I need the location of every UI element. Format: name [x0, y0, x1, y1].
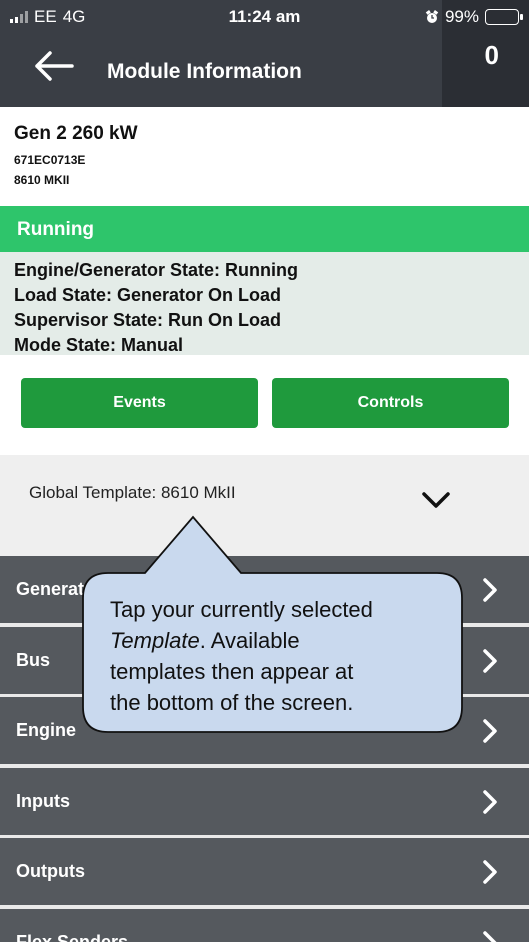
chevron-right-icon [483, 931, 497, 942]
callout-line-1: Tap your currently selected [110, 597, 373, 622]
battery-percent: 99% [444, 7, 479, 26]
module-model: 8610 MKII [14, 173, 70, 187]
callout-text: Tap your currently selected Template. Av… [110, 594, 450, 718]
menu-item-label: Bus [16, 649, 51, 670]
template-selector[interactable]: Global Template: 8610 MkII [0, 455, 529, 556]
battery-icon [485, 9, 523, 25]
callout-line-2: . Available [199, 628, 300, 653]
action-buttons: Events Controls [0, 355, 529, 455]
running-status-banner: Running [0, 206, 529, 252]
status-right: 99% [425, 7, 523, 27]
module-serial: 671EC0713E [14, 153, 86, 167]
menu-item-inputs[interactable]: Inputs [0, 767, 529, 835]
events-button[interactable]: Events [21, 378, 258, 428]
template-label: Global Template: 8610 MkII [29, 483, 236, 502]
callout-line-4: the bottom of the screen. [110, 690, 354, 715]
menu-item-flex-senders[interactable]: Flex Senders [0, 908, 529, 942]
module-name: Gen 2 260 kW [14, 123, 138, 144]
callout-line-3: templates then appear at [110, 659, 354, 684]
menu-item-label: Flex Senders [16, 931, 129, 942]
controls-button[interactable]: Controls [272, 378, 509, 428]
chevron-right-icon [483, 578, 497, 602]
module-info: Gen 2 260 kW 671EC0713E 8610 MKII [0, 107, 529, 206]
chevron-down-icon[interactable] [421, 491, 451, 509]
chevron-right-icon [483, 790, 497, 814]
load-state: Load State: Generator On Load [14, 285, 282, 305]
menu-item-label: Inputs [16, 790, 70, 811]
menu-item-outputs[interactable]: Outputs [0, 838, 529, 906]
status-bar: EE 4G 11:24 am 99% [0, 0, 529, 36]
state-list: Engine/Generator State: Running Load Sta… [0, 252, 529, 355]
chevron-right-icon [483, 719, 497, 743]
engine-generator-state: Engine/Generator State: Running [14, 260, 299, 280]
alarm-clock-icon [425, 10, 439, 23]
menu-item-label: Outputs [16, 861, 85, 882]
menu-item-label: Generator [16, 579, 103, 599]
menu-item-label: Engine [16, 720, 77, 741]
chevron-right-icon [483, 860, 497, 885]
callout-emphasis: Template [110, 628, 200, 653]
app-header: EE 4G 11:24 am 99% Module Information 0 [0, 0, 529, 107]
notification-count[interactable]: 0 [485, 40, 499, 71]
supervisor-state: Supervisor State: Run On Load [14, 310, 282, 330]
chevron-right-icon [483, 648, 497, 673]
back-arrow-icon[interactable] [32, 48, 74, 84]
page-title: Module Information [107, 60, 302, 83]
